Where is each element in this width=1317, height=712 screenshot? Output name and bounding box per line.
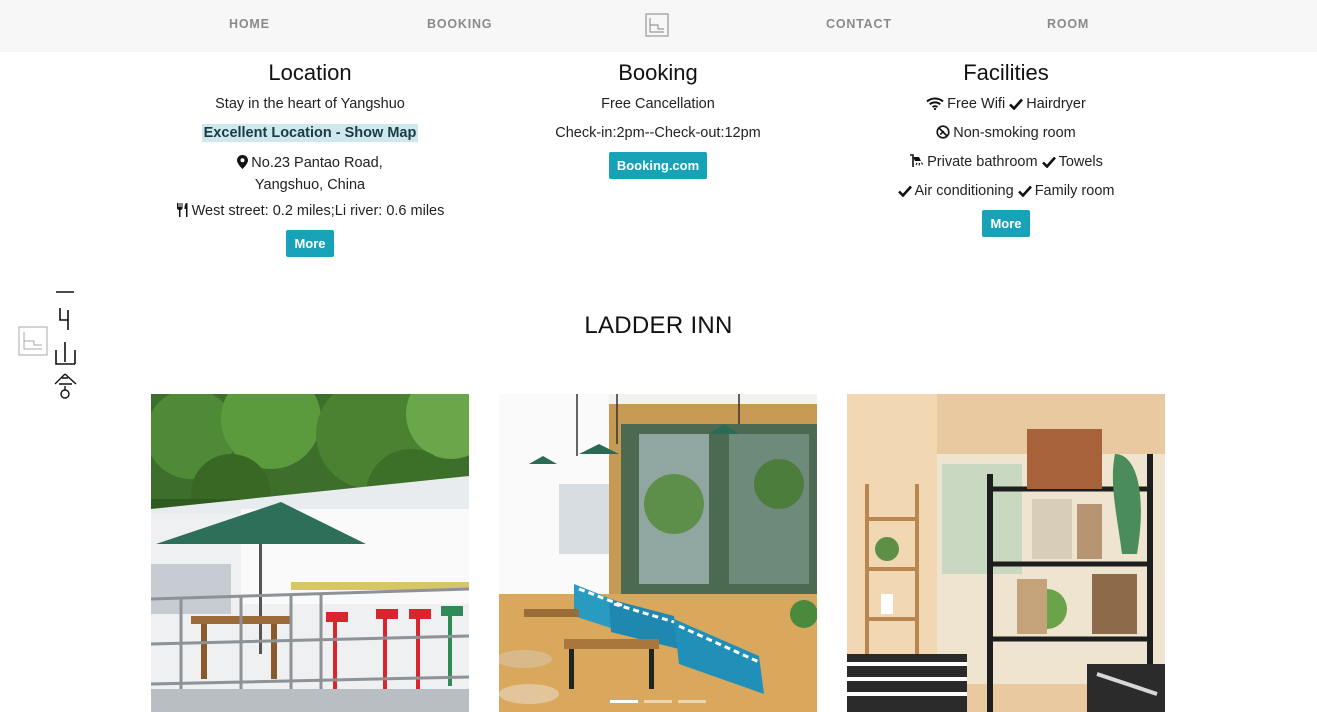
lounge-photo[interactable] xyxy=(499,394,817,712)
terrace-photo[interactable] xyxy=(151,394,469,712)
facility-wifi: Free Wifi xyxy=(947,96,1006,112)
facility-bathroom: Private bathroom xyxy=(927,154,1038,170)
location-title: Location xyxy=(268,60,352,85)
location-column: Location Stay in the heart of Yangshuo E… xyxy=(135,56,485,257)
top-navbar: HOME BOOKING CONTACT ROOM xyxy=(0,0,1317,52)
shower-icon xyxy=(910,154,924,167)
check-icon xyxy=(1017,185,1032,197)
free-cancellation-text: Free Cancellation xyxy=(601,96,715,112)
address-line1: No.23 Pantao Road, xyxy=(251,155,383,171)
facility-aircon: Air conditioning xyxy=(914,183,1014,199)
carousel-dot-2[interactable] xyxy=(644,700,672,703)
address-line2: Yangshuo, China xyxy=(254,177,366,193)
facility-towels: Towels xyxy=(1058,154,1103,170)
address-block: No.23 Pantao Road, Yangshuo, China xyxy=(135,152,485,196)
section-title: LADDER INN xyxy=(584,312,733,339)
nav-room[interactable]: ROOM xyxy=(1047,17,1089,31)
nav-home[interactable]: HOME xyxy=(229,17,270,31)
booking-title: Booking xyxy=(618,60,698,85)
checkin-text: Check-in:2pm--Check-out:12pm xyxy=(555,125,761,141)
ladder-inn-side-logo-icon xyxy=(18,291,77,399)
check-icon xyxy=(1041,156,1056,168)
no-smoking-icon xyxy=(936,125,950,139)
facility-hairdryer: Hairdryer xyxy=(1026,96,1086,112)
facilities-title: Facilities xyxy=(963,60,1049,85)
shelf-photo[interactable] xyxy=(847,394,1165,712)
location-more-button[interactable]: More xyxy=(286,230,334,257)
booking-column: Booking Free Cancellation Check-in:2pm--… xyxy=(483,56,833,179)
facilities-more-button[interactable]: More xyxy=(982,210,1030,237)
location-tagline: Stay in the heart of Yangshuo xyxy=(215,96,405,112)
nav-booking[interactable]: BOOKING xyxy=(427,17,492,31)
utensils-icon xyxy=(176,203,188,217)
ladder-logo-icon[interactable] xyxy=(645,13,669,37)
distances-text: West street: 0.2 miles;Li river: 0.6 mil… xyxy=(191,203,445,219)
nav-contact[interactable]: CONTACT xyxy=(826,17,892,31)
facility-family: Family room xyxy=(1034,183,1115,199)
facility-nonsmoking: Non-smoking room xyxy=(953,125,1076,141)
carousel-dot-1[interactable] xyxy=(610,700,638,703)
facilities-column: Facilities Free Wifi Hairdryer Non-smoki… xyxy=(831,56,1181,237)
check-icon xyxy=(897,185,912,197)
booking-com-button[interactable]: Booking.com xyxy=(608,152,708,179)
map-marker-icon xyxy=(237,155,249,169)
check-icon xyxy=(1009,98,1024,110)
carousel-dot-3[interactable] xyxy=(678,700,706,703)
wifi-icon xyxy=(926,97,944,110)
show-map-link[interactable]: Excellent Location - Show Map xyxy=(201,124,419,142)
